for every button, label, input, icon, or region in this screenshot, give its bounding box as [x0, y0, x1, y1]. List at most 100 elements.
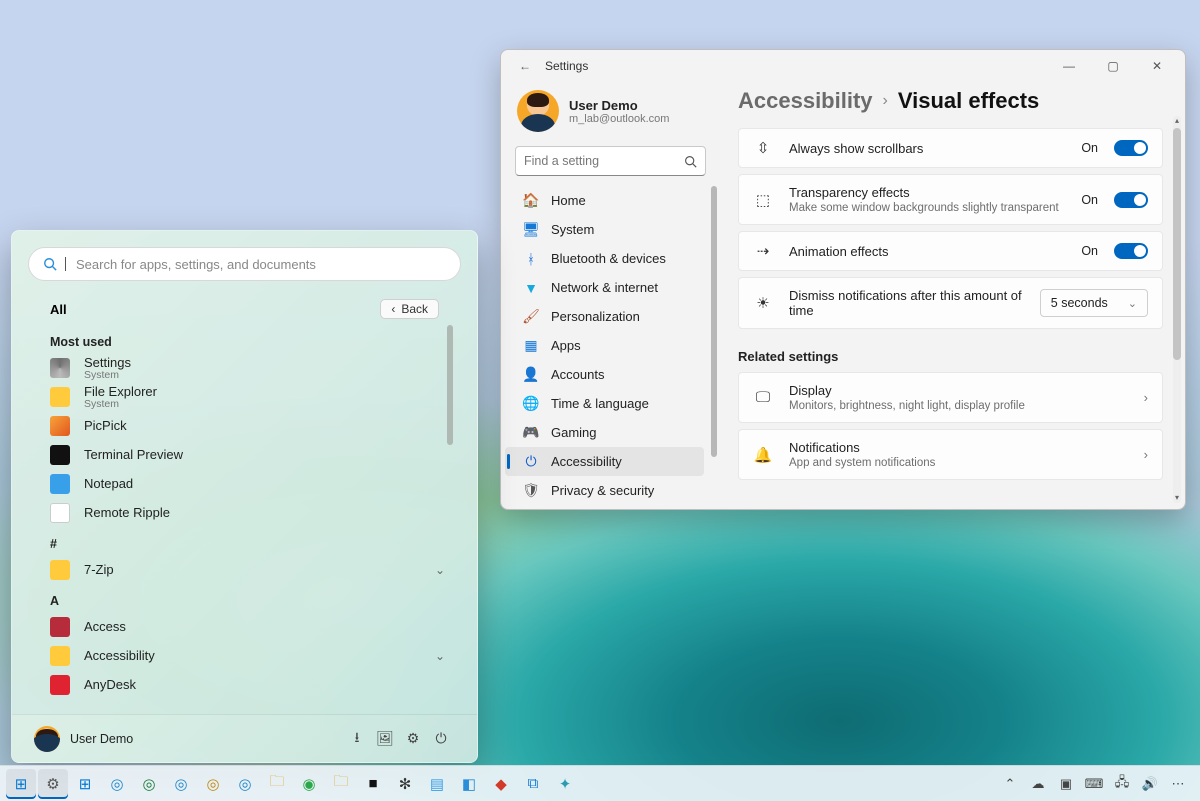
nav-label: Time & language	[551, 396, 649, 411]
option-transparency-title: Transparency effects	[789, 185, 1065, 200]
start-back-button[interactable]: ‹ Back	[380, 299, 439, 319]
nav-item-personalization[interactable]: 🖌Personalization	[505, 302, 704, 331]
tray-chevron-icon[interactable]: ⌃	[1000, 776, 1020, 792]
nav-item-home[interactable]: 🏠Home	[505, 186, 704, 215]
taskbar-terminal[interactable]: ■	[358, 769, 388, 799]
search-icon	[684, 155, 697, 168]
taskbar-app-teal[interactable]: ✦	[550, 769, 580, 799]
nav-item-accounts[interactable]: 👤Accounts	[505, 360, 704, 389]
downloads-icon[interactable]: ⭳	[343, 727, 371, 751]
taskbar-edge2[interactable]: ◎	[134, 769, 164, 799]
search-icon	[43, 257, 57, 271]
taskbar-winlogo[interactable]: ⊞	[70, 769, 100, 799]
start-item-picpick[interactable]: PicPick	[50, 411, 455, 440]
avatar-icon[interactable]	[34, 726, 60, 752]
sidebar-scrollbar[interactable]	[711, 186, 717, 509]
taskbar-edge4[interactable]: ◎	[198, 769, 228, 799]
related-display[interactable]: 🖵 Display Monitors, brightness, night li…	[738, 372, 1163, 423]
nav-item-gaming[interactable]: 🎮Gaming	[505, 418, 704, 447]
option-animation-state: On	[1081, 244, 1098, 258]
taskbar-edge5[interactable]: ◎	[230, 769, 260, 799]
taskbar-picpick[interactable]: ◧	[454, 769, 484, 799]
nav-item-privacy-security[interactable]: 🛡Privacy & security	[505, 476, 704, 505]
chevron-down-icon: ⌄	[435, 563, 455, 577]
nav-item-network-internet[interactable]: ▼Network & internet	[505, 273, 704, 302]
minimize-button[interactable]: —	[1047, 52, 1091, 80]
nav-label: Home	[551, 193, 586, 208]
start-item-file-explorer[interactable]: File ExplorerSystem	[50, 382, 455, 411]
back-icon[interactable]: ←	[515, 59, 535, 73]
start-item-anydesk[interactable]: AnyDesk	[50, 670, 455, 699]
start-app-list: Most used SettingsSystemFile ExplorerSyst…	[50, 325, 455, 714]
user-block[interactable]: User Demo m_lab@outlook.com	[501, 90, 720, 146]
nav-label: Accounts	[551, 367, 604, 382]
taskbar-openai[interactable]: ✻	[390, 769, 420, 799]
tray-network-icon[interactable]: 🖧	[1112, 773, 1132, 795]
tray-app-icon[interactable]: ▣	[1056, 776, 1076, 792]
breadcrumb-parent[interactable]: Accessibility	[738, 88, 873, 114]
taskbar-chrome[interactable]: ◉	[294, 769, 324, 799]
start-item-terminal-preview[interactable]: Terminal Preview	[50, 440, 455, 469]
nav-label: Accessibility	[551, 454, 622, 469]
breadcrumb-leaf: Visual effects	[898, 88, 1039, 114]
content-scrollbar[interactable]: ▴ ▾	[1173, 116, 1181, 503]
maximize-button[interactable]: ▢	[1091, 52, 1135, 80]
start-scrollbar[interactable]	[447, 325, 453, 445]
option-transparency-toggle[interactable]	[1114, 192, 1148, 208]
start-item-notepad[interactable]: Notepad	[50, 469, 455, 498]
option-scrollbars-toggle[interactable]	[1114, 140, 1148, 156]
dismiss-icon: ☀	[753, 294, 773, 312]
option-dismiss-dropdown[interactable]: 5 seconds ⌄	[1040, 289, 1148, 317]
settings-search-input[interactable]: Find a setting	[515, 146, 706, 176]
power-icon[interactable]: ⏻	[427, 730, 455, 747]
app-icon	[50, 445, 70, 465]
taskbar-folder[interactable]: 🗀	[326, 769, 356, 799]
settings-icon[interactable]: ⚙	[399, 730, 427, 747]
taskbar-start[interactable]: ⊞	[6, 769, 36, 799]
chevron-left-icon: ‹	[391, 302, 395, 316]
start-item-access[interactable]: Access	[50, 612, 455, 641]
taskbar-settings[interactable]: ⚙	[38, 769, 68, 799]
nav-item-bluetooth-devices[interactable]: ᚼBluetooth & devices	[505, 244, 704, 273]
option-dismiss: ☀ Dismiss notifications after this amoun…	[738, 277, 1163, 329]
start-group-a[interactable]: A	[50, 594, 455, 608]
related-notifications[interactable]: 🔔 Notifications App and system notificat…	[738, 429, 1163, 480]
settings-content: Accessibility › Visual effects ⇳ Always …	[720, 82, 1185, 509]
close-button[interactable]: ✕	[1135, 52, 1179, 80]
taskbar-app-red[interactable]: ◆	[486, 769, 516, 799]
start-footer-user[interactable]: User Demo	[70, 732, 133, 746]
chevron-right-icon: ›	[1144, 390, 1148, 405]
tray-more-icon[interactable]: ⋯	[1168, 776, 1188, 792]
nav-icon: ▼	[523, 280, 539, 296]
nav-icon: 🛡	[523, 483, 539, 499]
nav-icon: ▦	[523, 338, 539, 354]
start-item-remote-ripple[interactable]: Remote Ripple	[50, 498, 455, 527]
nav-item-apps[interactable]: ▦Apps	[505, 331, 704, 360]
start-group-hash[interactable]: #	[50, 537, 455, 551]
pictures-icon[interactable]: 🖼	[371, 730, 399, 747]
tray-volume-icon[interactable]: 🔊	[1140, 776, 1160, 792]
start-item-7-zip[interactable]: 7-Zip⌄	[50, 555, 455, 584]
start-item-settings[interactable]: SettingsSystem	[50, 353, 455, 382]
option-scrollbars: ⇳ Always show scrollbars On	[738, 128, 1163, 168]
nav-item-accessibility[interactable]: ⏻Accessibility	[505, 447, 704, 476]
taskbar-store[interactable]: ⧉	[518, 769, 548, 799]
option-animation-title: Animation effects	[789, 244, 1065, 259]
start-search-input[interactable]: Search for apps, settings, and documents	[28, 247, 461, 281]
start-item-accessibility[interactable]: Accessibility⌄	[50, 641, 455, 670]
app-icon	[50, 675, 70, 695]
nav-item-system[interactable]: 🖥System	[505, 215, 704, 244]
taskbar-edge3[interactable]: ◎	[166, 769, 196, 799]
app-icon	[50, 474, 70, 494]
app-icon	[50, 387, 70, 407]
nav-item-time-language[interactable]: 🌐Time & language	[505, 389, 704, 418]
option-animation-toggle[interactable]	[1114, 243, 1148, 259]
taskbar-fileexp[interactable]: 🗀	[262, 769, 292, 799]
tray-onedrive-icon[interactable]: ☁	[1028, 776, 1048, 792]
avatar-icon	[517, 90, 559, 132]
taskbar-notepad[interactable]: ▤	[422, 769, 452, 799]
start-most-used-heading[interactable]: Most used	[50, 335, 455, 349]
settings-sidebar: User Demo m_lab@outlook.com Find a setti…	[501, 82, 720, 509]
taskbar-edge1[interactable]: ◎	[102, 769, 132, 799]
tray-input-icon[interactable]: ⌨	[1084, 776, 1104, 792]
